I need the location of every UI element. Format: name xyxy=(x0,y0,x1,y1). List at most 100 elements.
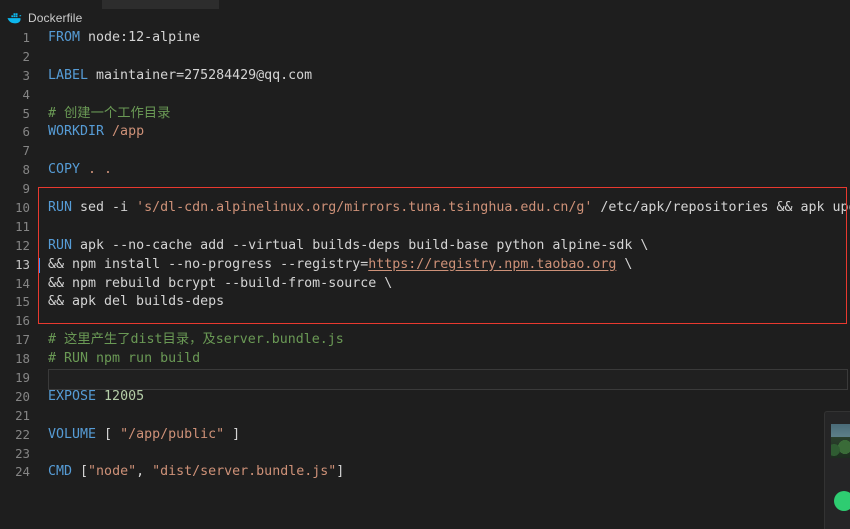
code-line[interactable]: 20 EXPOSE 12005 xyxy=(0,388,850,407)
code-line[interactable]: 23 xyxy=(0,445,850,464)
code-line-content[interactable]: RUN apk --no-cache add --virtual builds-… xyxy=(48,237,648,256)
code-line[interactable]: 16 xyxy=(0,312,850,331)
code-line-content[interactable]: EXPOSE 12005 xyxy=(48,388,144,407)
green-status-dot[interactable] xyxy=(834,491,850,511)
code-line-content[interactable]: CMD ["node", "dist/server.bundle.js"] xyxy=(48,463,344,482)
line-number: 20 xyxy=(15,388,30,404)
code-editor[interactable]: 1 FROM node:12-alpine 2 3 LABEL maintainer=2… xyxy=(0,27,850,529)
line-number: 10 xyxy=(15,200,30,216)
line-number: 4 xyxy=(22,86,30,102)
line-number: 19 xyxy=(15,370,30,386)
line-number: 24 xyxy=(15,464,30,480)
line-number: 23 xyxy=(15,445,30,461)
code-token: sed -i xyxy=(72,200,137,216)
code-line[interactable]: 4 xyxy=(0,86,850,105)
code-link[interactable]: https://registry.npm.taobao.org xyxy=(368,257,616,272)
code-line[interactable]: 11 xyxy=(0,218,850,237)
code-token: [ xyxy=(96,426,121,442)
floating-video-widget[interactable] xyxy=(824,411,850,529)
code-line-content[interactable]: # RUN npm run build xyxy=(48,350,200,369)
code-line-content[interactable]: WORKDIR /app xyxy=(48,123,144,142)
code-line[interactable]: 9 xyxy=(0,180,850,199)
code-token: && apk del builds-deps xyxy=(48,294,225,310)
code-token: # RUN npm run build xyxy=(48,351,201,367)
code-lines-container[interactable]: 1 FROM node:12-alpine 2 3 LABEL maintainer=2… xyxy=(0,27,850,482)
code-line-content[interactable]: && npm install --no-progress --registry=… xyxy=(48,256,632,275)
code-line-content[interactable]: && apk del builds-deps xyxy=(48,293,224,312)
code-token: node:12-alpine xyxy=(80,30,201,45)
code-token: "dist/server.bundle.js" xyxy=(152,464,337,480)
line-number: 6 xyxy=(22,124,30,140)
code-line[interactable]: 12 RUN apk --no-cache add --virtual build… xyxy=(0,237,850,256)
code-token: 12005 xyxy=(96,388,145,404)
line-number: 21 xyxy=(15,407,30,423)
code-line[interactable]: 3 LABEL maintainer=275284429@qq.com xyxy=(0,67,850,86)
line-number: 1 xyxy=(22,30,30,45)
code-line-content[interactable]: FROM node:12-alpine xyxy=(48,29,200,48)
code-line[interactable]: 2 xyxy=(0,48,850,67)
line-number: 15 xyxy=(15,294,30,310)
code-line[interactable]: 6 WORKDIR /app xyxy=(0,123,850,142)
code-line[interactable]: 7 xyxy=(0,142,850,161)
line-number: 11 xyxy=(15,218,30,234)
line-number: 16 xyxy=(15,313,30,329)
code-token: COPY xyxy=(48,162,81,178)
code-line-content[interactable]: # 这里产生了dist目录，及server.bundle.js xyxy=(48,331,344,350)
video-thumbnail[interactable] xyxy=(831,424,850,458)
line-number: 13 xyxy=(15,256,30,272)
code-line[interactable]: 19 xyxy=(0,369,850,390)
line-number: 9 xyxy=(22,181,30,197)
code-line[interactable]: 5 # 创建一个工作目录 xyxy=(0,105,850,124)
code-token: VOLUME xyxy=(48,426,97,442)
code-line-content[interactable]: LABEL maintainer=275284429@qq.com xyxy=(48,67,312,86)
code-line[interactable]: 21 xyxy=(0,407,850,426)
line-number: 8 xyxy=(22,162,30,178)
code-token: . . xyxy=(80,162,113,178)
code-token: WORKDIR xyxy=(48,124,105,140)
code-token: /etc/apk/repositories && apk update xyxy=(600,200,850,216)
code-token: CMD xyxy=(48,464,73,480)
code-token: # 这里产生了dist目录，及server.bundle.js xyxy=(48,332,344,348)
code-token: FROM xyxy=(48,30,81,45)
code-line[interactable]: 15 && apk del builds-deps xyxy=(0,293,850,312)
code-line-content[interactable]: # 创建一个工作目录 xyxy=(48,105,170,124)
code-line[interactable]: 18 # RUN npm run build xyxy=(0,350,850,369)
line-number: 22 xyxy=(15,426,30,442)
code-token: # 创建一个工作目录 xyxy=(48,105,171,121)
breadcrumb-label[interactable]: Dockerfile xyxy=(28,11,82,25)
code-line[interactable]: 17 # 这里产生了dist目录，及server.bundle.js xyxy=(0,331,850,350)
thumbnail-foliage xyxy=(831,440,850,458)
code-token: ] xyxy=(336,464,345,480)
code-token: ] xyxy=(224,426,241,442)
code-line[interactable]: 14 && npm rebuild bcrypt --build-from-sou… xyxy=(0,275,850,294)
code-line[interactable]: 13 && npm install --no-progress --registr… xyxy=(0,256,850,275)
code-token: && npm rebuild bcrypt --build-from-sourc… xyxy=(48,275,393,291)
text-cursor xyxy=(38,257,40,273)
code-line-content[interactable]: RUN sed -i 's/dl-cdn.alpinelinux.org/mir… xyxy=(48,199,850,218)
code-line[interactable]: 22 VOLUME [ "/app/public" ] xyxy=(0,426,850,445)
line-number: 12 xyxy=(15,237,30,253)
code-line-content[interactable]: && npm rebuild bcrypt --build-from-sourc… xyxy=(48,275,392,294)
code-line-content[interactable]: COPY . . xyxy=(48,161,112,180)
code-line[interactable]: 10 RUN sed -i 's/dl-cdn.alpinelinux.org/m… xyxy=(0,199,850,218)
code-token: RUN xyxy=(48,237,73,253)
code-token: LABEL xyxy=(48,67,89,83)
line-number: 18 xyxy=(15,351,30,367)
code-line[interactable]: 8 COPY . . xyxy=(0,161,850,180)
code-line[interactable]: 1 FROM node:12-alpine xyxy=(0,29,850,48)
code-token: EXPOSE xyxy=(48,388,97,404)
docker-whale-icon xyxy=(7,13,22,24)
code-token: && npm install --no-progress --registry= xyxy=(48,256,369,272)
code-line[interactable]: 24 CMD ["node", "dist/server.bundle.js"] xyxy=(0,463,850,482)
code-token: "node" xyxy=(88,464,137,480)
breadcrumb: Dockerfile xyxy=(0,9,850,27)
code-token: RUN xyxy=(48,200,73,216)
tab-dockerfile[interactable] xyxy=(102,0,219,9)
code-token: 's/dl-cdn.alpinelinux.org/mirrors.tuna.t… xyxy=(136,200,593,216)
line-number: 7 xyxy=(22,143,30,159)
code-token: "/app/public" xyxy=(120,426,225,442)
line-number: 17 xyxy=(15,332,30,348)
code-token: , xyxy=(136,464,153,480)
line-number: 2 xyxy=(22,48,30,64)
code-line-content[interactable]: VOLUME [ "/app/public" ] xyxy=(48,426,240,445)
